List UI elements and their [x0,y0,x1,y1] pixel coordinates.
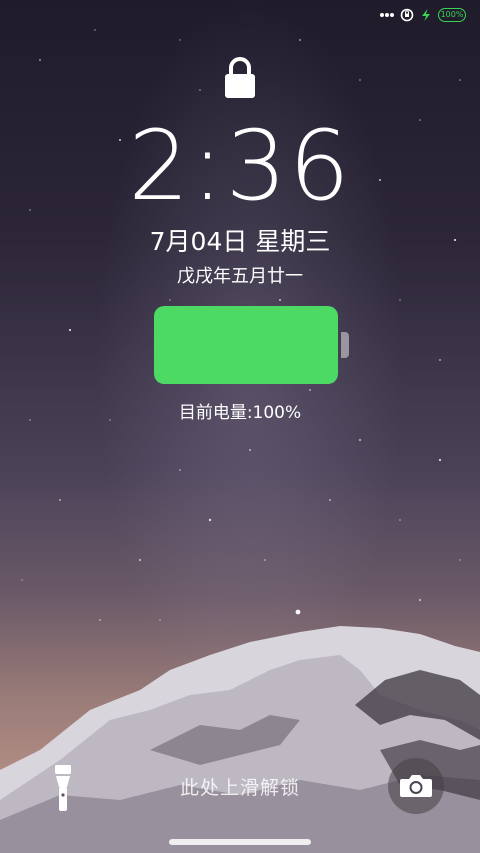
home-indicator[interactable] [169,839,311,845]
battery-tip [341,332,349,358]
battery-level-text: 目前电量:100% [178,403,302,423]
lockscreen-clock: 2:36 [128,110,352,222]
battery-icon: 100% [438,8,466,22]
more-dots-icon [380,13,394,17]
battery-fill [154,306,338,384]
camera-button[interactable] [388,758,444,814]
padlock-icon [225,57,255,98]
status-bar: 100% [379,6,466,24]
lockscreen-date: 7月04日 星期三 [149,227,331,256]
lunar-date: 戊戌年五月廿一 [177,266,303,287]
camera-icon [400,775,432,797]
location-lock-icon [400,8,414,22]
battery-indicator [154,306,338,384]
charging-bolt-icon [422,9,430,21]
